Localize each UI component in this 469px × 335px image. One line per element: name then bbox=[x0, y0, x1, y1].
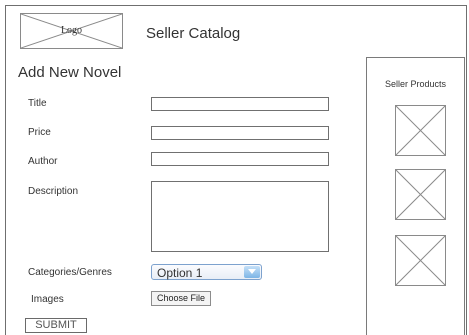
product-thumbnail[interactable] bbox=[395, 169, 446, 220]
author-input[interactable] bbox=[151, 152, 329, 166]
description-label: Description bbox=[28, 186, 79, 197]
price-input[interactable] bbox=[151, 126, 329, 140]
image-placeholder-icon bbox=[396, 236, 445, 285]
categories-select[interactable]: Option 1 bbox=[151, 264, 262, 280]
logo-text: Logo bbox=[60, 25, 83, 36]
categories-selected-value: Option 1 bbox=[157, 266, 203, 280]
title-label: Title bbox=[28, 98, 47, 109]
form-title: Add New Novel bbox=[18, 64, 122, 81]
categories-label: Categories/Genres bbox=[28, 267, 112, 278]
title-input[interactable] bbox=[151, 97, 329, 111]
app-title: Seller Catalog bbox=[146, 25, 241, 42]
description-textarea[interactable] bbox=[151, 181, 329, 252]
choose-file-button[interactable]: Choose File bbox=[151, 291, 211, 306]
seller-products-title: Seller Products bbox=[384, 79, 447, 89]
author-label: Author bbox=[28, 156, 58, 167]
product-thumbnail[interactable] bbox=[395, 235, 446, 286]
product-thumbnail[interactable] bbox=[395, 105, 446, 156]
image-placeholder-icon bbox=[396, 106, 445, 155]
dropdown-toggle[interactable] bbox=[244, 266, 260, 278]
logo: Logo bbox=[20, 13, 123, 49]
seller-products-panel: Seller Products bbox=[366, 57, 465, 335]
images-label: Images bbox=[31, 294, 64, 305]
image-placeholder-icon bbox=[396, 170, 445, 219]
price-label: Price bbox=[28, 127, 51, 138]
chevron-down-icon bbox=[248, 269, 256, 274]
